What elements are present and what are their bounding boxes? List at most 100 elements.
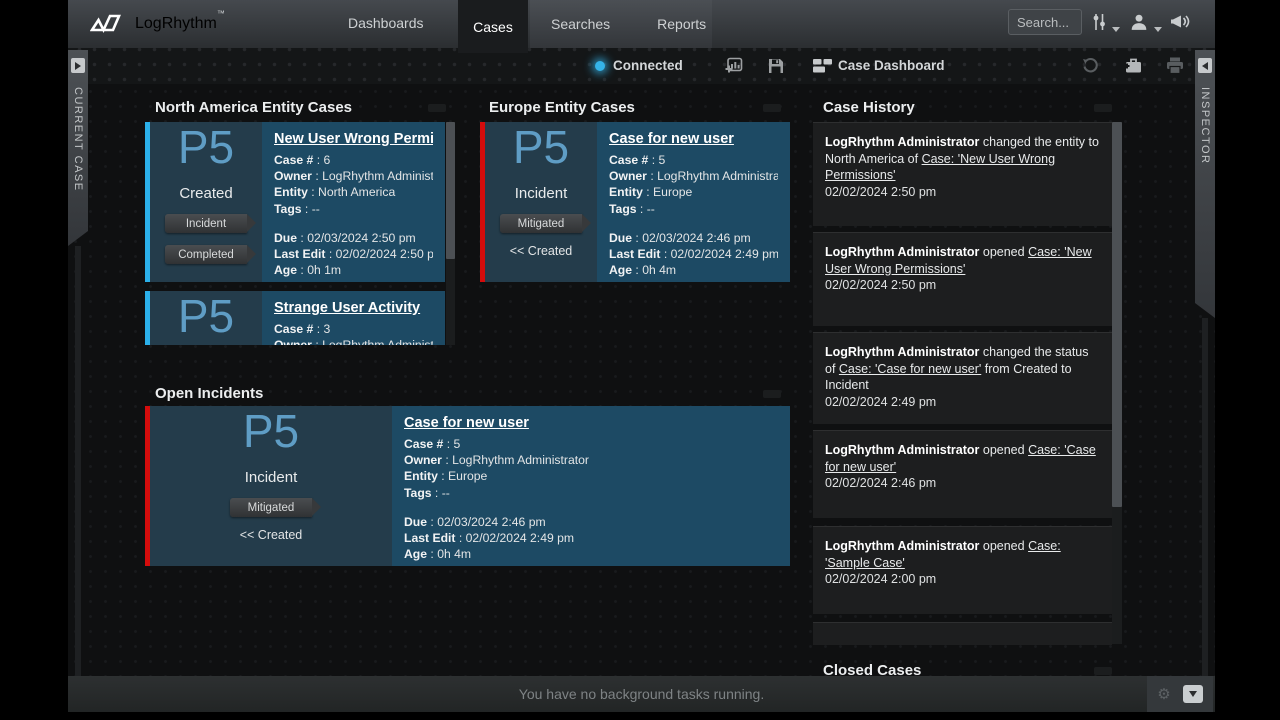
panel-title-closed-cases: Closed Cases <box>823 662 921 676</box>
panel-menu-open-incidents[interactable] <box>763 390 781 398</box>
current-case-tab[interactable]: CURRENT CASE <box>68 50 88 246</box>
north-america-scrollbar[interactable] <box>446 122 455 345</box>
case-history-scrollbar[interactable] <box>1112 122 1122 644</box>
panel-menu-closed-cases[interactable] <box>1094 667 1112 675</box>
case-card-details: New User Wrong Permis... Case # : 6 Owne… <box>262 122 445 282</box>
undo-icon[interactable] <box>1082 57 1099 79</box>
case-card[interactable]: P5 Strange User Activity Case # : 3 Owne… <box>145 291 445 345</box>
case-history-entry-partial <box>813 622 1112 645</box>
megaphone-icon[interactable] <box>1170 13 1192 36</box>
logo-text: LogRhythm™ <box>135 15 225 33</box>
case-field: Owner : LogRhythm Administrator <box>274 337 433 345</box>
entry-timestamp: 02/02/2024 2:49 pm <box>825 395 1100 409</box>
inspector-label: INSPECTOR <box>1199 87 1211 164</box>
case-field: Last Edit : 02/02/2024 2:49 pm <box>609 246 778 262</box>
scrollbar-thumb[interactable] <box>1112 122 1122 507</box>
panel-title-europe: Europe Entity Cases <box>489 99 635 116</box>
scrollbar-thumb[interactable] <box>446 122 455 259</box>
case-link[interactable]: Case: 'Case for new user' <box>839 362 981 376</box>
case-card-left: P5 Incident Mitigated << Created <box>150 406 392 566</box>
trademark: ™ <box>217 9 225 18</box>
case-card-left: P5 Created Incident Completed <box>150 122 262 282</box>
case-card-details: Case for new user Case # : 5 Owner : Log… <box>597 122 790 282</box>
add-widget-icon[interactable] <box>725 57 743 80</box>
save-dashboard-icon[interactable] <box>767 57 785 80</box>
case-field: Age : 0h 4m <box>609 262 778 278</box>
case-field: Tags : -- <box>274 201 433 217</box>
dashboard-layout-icon[interactable] <box>813 59 832 78</box>
status-back-link[interactable]: << Created <box>510 244 573 258</box>
current-case-label: CURRENT CASE <box>72 87 84 192</box>
status-bar-corner: ⚙ <box>1147 676 1213 712</box>
nav-item-searches[interactable]: Searches <box>551 16 610 32</box>
gear-icon[interactable]: ⚙ <box>1157 685 1170 703</box>
case-title-link[interactable]: Case for new user <box>404 415 778 431</box>
actor-name: LogRhythm Administrator <box>825 135 979 149</box>
case-field: Case # : 3 <box>274 321 433 337</box>
case-field: Entity : Europe <box>404 468 778 484</box>
case-status: Created <box>179 185 232 202</box>
nav-item-reports[interactable]: Reports <box>657 16 706 32</box>
case-status: Incident <box>515 185 568 202</box>
entry-timestamp: 02/02/2024 2:50 pm <box>825 185 1100 199</box>
case-field: Last Edit : 02/02/2024 2:50 pm <box>274 246 433 262</box>
case-field: Case # : 6 <box>274 152 433 168</box>
nav-tabs-block: Searches Reports <box>530 0 712 48</box>
status-change-button-mitigated[interactable]: Mitigated <box>500 214 582 233</box>
status-change-button-completed[interactable]: Completed <box>165 245 247 264</box>
north-america-cases-list: P5 Created Incident Completed New User W… <box>145 122 455 345</box>
nav-item-dashboards[interactable]: Dashboards <box>348 15 424 31</box>
logrhythm-app: LogRhythm™ Dashboards Alarms Cases Searc… <box>68 0 1215 712</box>
panel-menu-case-history[interactable] <box>1094 104 1112 112</box>
case-card[interactable]: P5 Incident Mitigated << Created Case fo… <box>480 122 790 282</box>
status-change-button-mitigated[interactable]: Mitigated <box>230 498 312 517</box>
user-caret-icon[interactable] <box>1154 21 1162 39</box>
case-briefcase-icon[interactable] <box>1124 57 1143 79</box>
status-change-button-incident[interactable]: Incident <box>165 214 247 233</box>
case-title-link[interactable]: New User Wrong Permis... <box>274 131 433 147</box>
inspector-rail: INSPECTOR <box>1195 50 1215 676</box>
expand-inspector-icon[interactable] <box>1198 58 1212 73</box>
case-card-details: Case for new user Case # : 5 Owner : Log… <box>392 406 790 566</box>
dashboard-canvas: North America Entity Cases P5 Created In… <box>68 84 1215 676</box>
case-history-entry: LogRhythm Administrator changed the stat… <box>813 332 1112 424</box>
panel-menu-north-america[interactable] <box>428 104 446 112</box>
print-icon[interactable] <box>1166 57 1184 79</box>
actor-name: LogRhythm Administrator <box>825 345 979 359</box>
case-field: Owner : LogRhythm Administrator <box>404 452 778 468</box>
case-field: Tags : -- <box>609 201 778 217</box>
case-title-link[interactable]: Strange User Activity <box>274 300 433 316</box>
current-case-rail: CURRENT CASE <box>68 50 88 676</box>
case-field: Entity : Europe <box>609 184 778 200</box>
case-title-link[interactable]: Case for new user <box>609 131 778 147</box>
case-field: Case # : 5 <box>609 152 778 168</box>
panel-menu-europe[interactable] <box>763 104 781 112</box>
case-history-entry: LogRhythm Administrator opened Case: 'Ne… <box>813 232 1112 326</box>
filter-caret-icon[interactable] <box>1112 21 1120 39</box>
case-field: Due : 02/03/2024 2:46 pm <box>609 230 778 246</box>
case-history-entry: LogRhythm Administrator opened Case: 'Ca… <box>813 430 1112 518</box>
tasks-dropdown-button[interactable] <box>1183 685 1203 703</box>
dashboard-name-label[interactable]: Case Dashboard <box>838 58 945 73</box>
case-card[interactable]: P5 Incident Mitigated << Created Case fo… <box>145 406 790 566</box>
top-navbar: LogRhythm™ Dashboards Alarms Cases Searc… <box>68 0 1215 48</box>
case-card[interactable]: P5 Created Incident Completed New User W… <box>145 122 445 282</box>
case-card-left: P5 <box>150 291 262 345</box>
search-input[interactable] <box>1008 9 1082 35</box>
expand-current-case-icon[interactable] <box>71 58 85 73</box>
case-card-left: P5 Incident Mitigated << Created <box>485 122 597 282</box>
actor-name: LogRhythm Administrator <box>825 443 979 457</box>
user-icon[interactable] <box>1130 13 1148 36</box>
europe-cases-list: P5 Incident Mitigated << Created Case fo… <box>480 122 790 282</box>
status-back-link[interactable]: << Created <box>240 528 303 542</box>
open-incidents-list: P5 Incident Mitigated << Created Case fo… <box>145 406 790 566</box>
entry-timestamp: 02/02/2024 2:46 pm <box>825 476 1100 490</box>
connection-status-dot <box>595 61 605 71</box>
logrhythm-logo[interactable]: LogRhythm™ <box>90 11 225 37</box>
nav-item-cases-active[interactable]: Cases <box>458 0 528 53</box>
status-bar: You have no background tasks running. ⚙ <box>68 676 1215 712</box>
filter-sliders-icon[interactable] <box>1091 13 1107 36</box>
priority-label: P5 <box>178 291 234 341</box>
inspector-tab[interactable]: INSPECTOR <box>1195 50 1215 318</box>
case-card-details: Strange User Activity Case # : 3 Owner :… <box>262 291 445 345</box>
